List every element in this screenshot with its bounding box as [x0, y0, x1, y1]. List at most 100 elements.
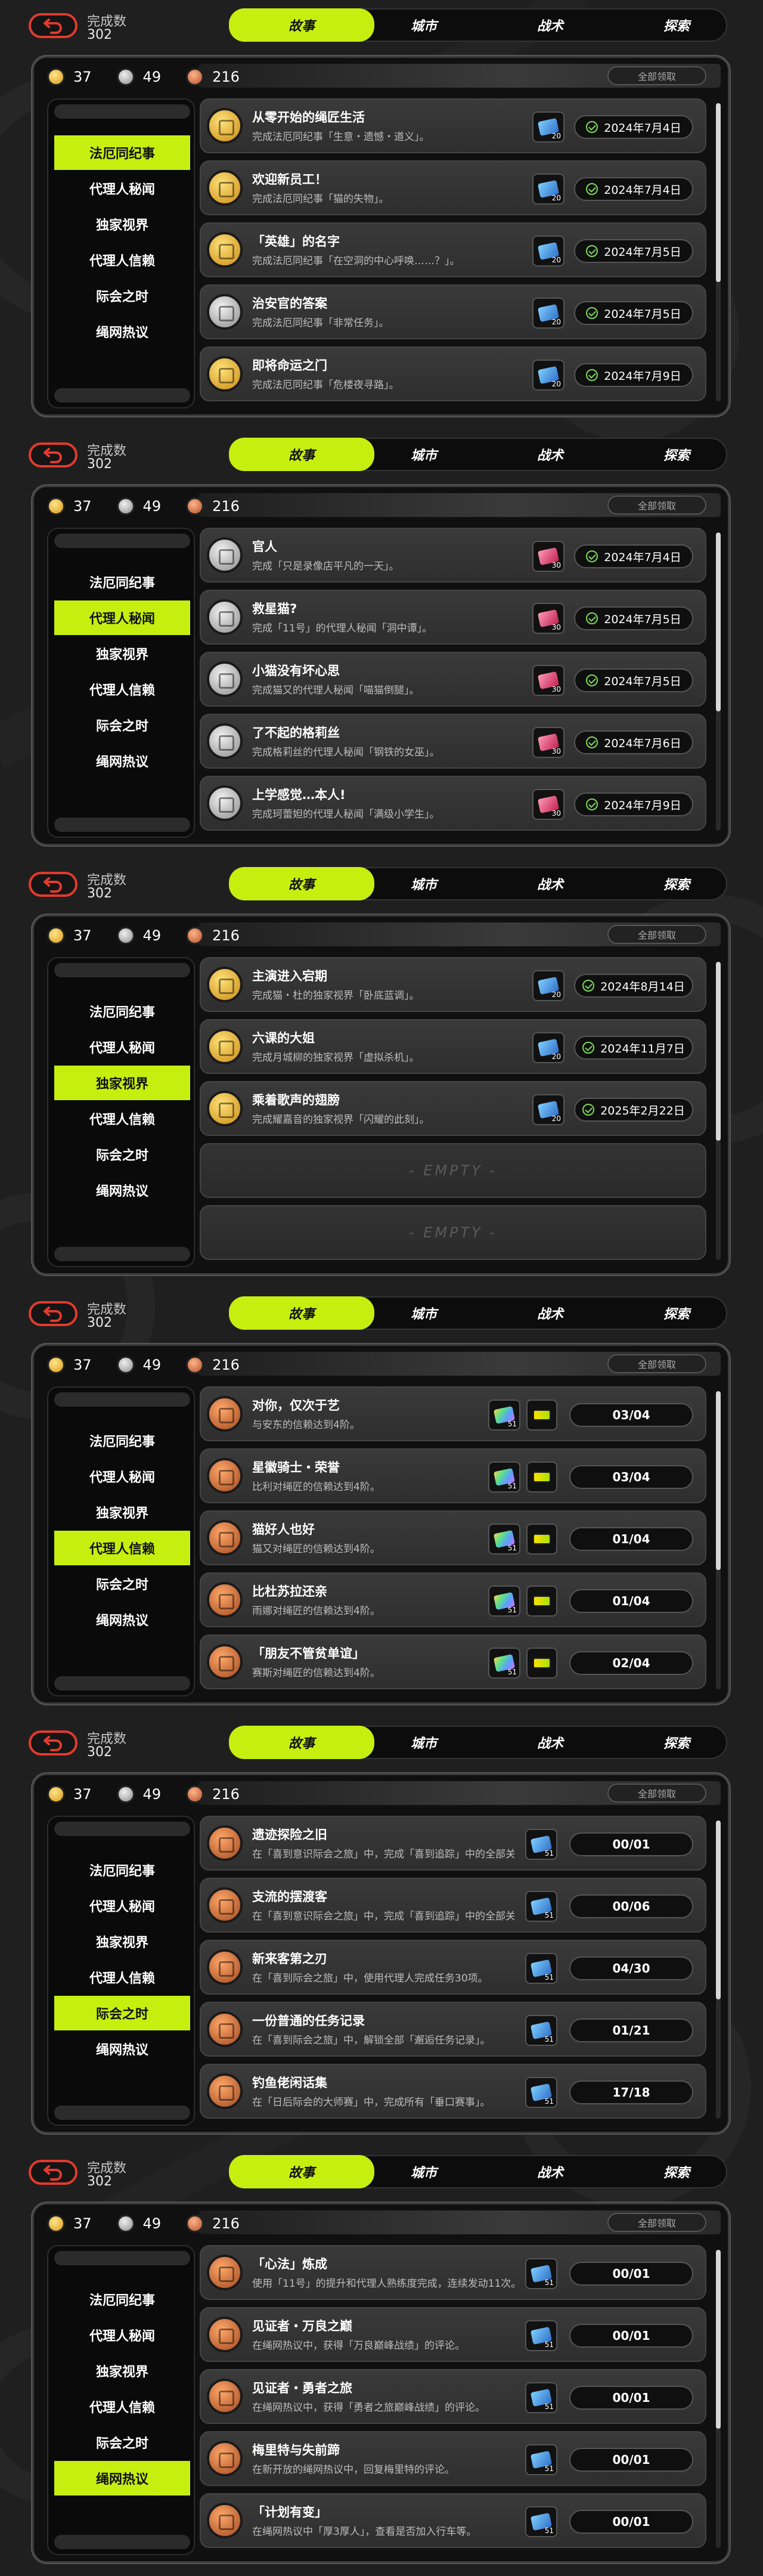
tab-explore[interactable]: 探索	[608, 868, 745, 899]
achievement-row[interactable]: 「朋友不管贫单谊」 赛斯对绳匠的信赖达到4阶。 51 02/04	[200, 1634, 706, 1689]
tab-story[interactable]: 故事	[229, 867, 374, 900]
achievement-row[interactable]: 钓鱼佬闲话集 在「日后际会的大师赛」中，完成所有「垂口赛事」。 51 17/18	[200, 2064, 706, 2119]
sidebar-scroll-up[interactable]	[54, 963, 190, 977]
scrollbar-thumb[interactable]	[716, 532, 721, 711]
achievement-row[interactable]: 乘着歌声的翅膀 完成耀嘉音的独家视界「闪耀的此刻」。 20 2025年2月22日	[200, 1081, 706, 1136]
tab-city[interactable]: 城市	[355, 10, 492, 41]
achievement-row[interactable]: 六课的大姐 完成月城柳的独家视界「虚拟杀机」。 20 2024年11月7日	[200, 1019, 706, 1074]
ticket-reward[interactable]: 20	[532, 970, 565, 1001]
sidebar-item[interactable]: 代理人秘闻	[54, 1459, 190, 1494]
ticket-reward[interactable]: 30	[532, 665, 565, 696]
sidebar-scroll-down[interactable]	[54, 818, 190, 832]
tab-story[interactable]: 故事	[229, 1296, 374, 1330]
tab-story[interactable]: 故事	[229, 8, 374, 42]
ticket-reward[interactable]: 30	[532, 541, 565, 572]
tab-explore[interactable]: 探索	[608, 10, 745, 41]
sidebar-item[interactable]: 代理人秘闻	[54, 171, 190, 206]
achievement-row[interactable]: 即将命运之门 完成法厄同纪事「危楼夜寻路」。 20 2024年7月9日	[200, 346, 706, 401]
achievement-row[interactable]: 了不起的格莉丝 完成格莉丝的代理人秘闻「钢铁的女巫」。 30 2024年7月6日	[200, 714, 706, 769]
gem-reward[interactable]	[526, 1586, 557, 1617]
achievement-row[interactable]: 小猫没有坏心思 完成猫又的代理人秘闻「喵猫倒腿」。 30 2024年7月5日	[200, 652, 706, 707]
achievement-row[interactable]: 「英雄」的名字 完成法厄同纪事「在空洞的中心呼唤……？」。 20 2024年7月5日	[200, 222, 706, 277]
claim-all-button[interactable]: 全部领取	[607, 496, 706, 515]
sidebar-scroll-up[interactable]	[54, 104, 190, 119]
achievement-row[interactable]: 从零开始的绳匠生活 完成法厄同纪事「生意・遗憾・道义」。 20 2024年7月4日	[200, 98, 706, 153]
tab-tactics[interactable]: 战术	[482, 439, 619, 470]
gem-reward[interactable]	[526, 1462, 557, 1493]
ticket-reward[interactable]: 51	[525, 2077, 557, 2108]
ticket-reward[interactable]: 20	[532, 174, 565, 205]
sidebar-item[interactable]: 法厄同纪事	[54, 1423, 190, 1458]
achievement-row[interactable]: 救星猫? 完成「11号」的代理人秘闻「洞中谭」。 30 2024年7月5日	[200, 590, 706, 645]
ticket-reward[interactable]: 20	[532, 360, 565, 391]
tab-city[interactable]: 城市	[355, 439, 492, 470]
achievement-row[interactable]: 主演进入宕期 完成猫・杜的独家视界「卧底蓝调」。 20 2024年8月14日	[200, 957, 706, 1012]
ticket-reward[interactable]: 20	[532, 1032, 565, 1063]
sidebar-item[interactable]: 代理人秘闻	[54, 1888, 190, 1923]
tab-explore[interactable]: 探索	[608, 439, 745, 470]
sidebar-item[interactable]: 代理人秘闻	[54, 600, 190, 635]
sidebar-item[interactable]: 法厄同纪事	[54, 565, 190, 599]
sidebar-item[interactable]: 代理人信赖	[54, 672, 190, 707]
sidebar-item[interactable]: 独家视界	[54, 1924, 190, 1959]
achievement-row[interactable]: 官人 完成「只是录像店平凡的一天」。 30 2024年7月4日	[200, 528, 706, 583]
tab-explore[interactable]: 探索	[608, 2156, 745, 2187]
back-button[interactable]	[29, 2160, 77, 2185]
sidebar-item[interactable]: 法厄同纪事	[54, 994, 190, 1029]
achievement-row[interactable]: 新来客第之刃 在「喜到际会之旅」中，使用代理人完成任务30项。 51 04/30	[200, 1940, 706, 1995]
sidebar-item[interactable]: 绳网热议	[54, 2032, 190, 2066]
sidebar-scroll-down[interactable]	[54, 2106, 190, 2120]
ticket-reward[interactable]: 51	[488, 1648, 520, 1679]
tab-city[interactable]: 城市	[355, 1727, 492, 1758]
ticket-reward[interactable]: 20	[532, 236, 565, 267]
sidebar-item[interactable]: 际会之时	[54, 1137, 190, 1172]
ticket-reward[interactable]: 51	[525, 2506, 557, 2537]
achievement-row[interactable]: 梅里特与失前蹄 在新开放的绳网热议中，回复梅里特的评论。 51 00/01	[200, 2431, 706, 2486]
sidebar-scroll-up[interactable]	[54, 2251, 190, 2265]
sidebar-item[interactable]: 法厄同纪事	[54, 135, 190, 170]
sidebar-item[interactable]: 法厄同纪事	[54, 2282, 190, 2317]
gem-reward[interactable]	[526, 1400, 557, 1431]
scrollbar-thumb[interactable]	[716, 962, 721, 1141]
sidebar-item[interactable]: 际会之时	[54, 708, 190, 742]
sidebar-scroll-up[interactable]	[54, 534, 190, 548]
ticket-reward[interactable]: 20	[532, 112, 565, 143]
sidebar-item[interactable]: 独家视界	[54, 636, 190, 671]
tab-tactics[interactable]: 战术	[482, 1727, 619, 1758]
list-scrollbar[interactable]	[716, 1391, 721, 1689]
tab-explore[interactable]: 探索	[608, 1727, 745, 1758]
sidebar-item[interactable]: 际会之时	[54, 1996, 190, 2030]
back-button[interactable]	[29, 872, 77, 897]
claim-all-button[interactable]: 全部领取	[607, 1354, 706, 1373]
tab-story[interactable]: 故事	[229, 438, 374, 471]
back-button[interactable]	[29, 1730, 77, 1755]
achievement-row[interactable]: 治安官的答案 完成法厄同纪事「非常任务」。 20 2024年7月5日	[200, 284, 706, 339]
claim-all-button[interactable]: 全部领取	[607, 1784, 706, 1803]
ticket-reward[interactable]: 51	[488, 1462, 520, 1493]
sidebar-item[interactable]: 绳网热议	[54, 1602, 190, 1637]
sidebar-item[interactable]: 代理人信赖	[54, 1960, 190, 1995]
sidebar-scroll-down[interactable]	[54, 1676, 190, 1690]
sidebar-scroll-up[interactable]	[54, 1392, 190, 1407]
achievement-row[interactable]: 对你，仅次于艺 与安东的信赖达到4阶。 51 03/04	[200, 1386, 706, 1441]
ticket-reward[interactable]: 51	[525, 2258, 557, 2289]
list-scrollbar[interactable]	[716, 1820, 721, 2119]
sidebar-item[interactable]: 独家视界	[54, 1066, 190, 1100]
gem-reward[interactable]	[526, 1524, 557, 1555]
sidebar-item[interactable]: 代理人秘闻	[54, 2318, 190, 2352]
list-scrollbar[interactable]	[716, 532, 721, 831]
tab-tactics[interactable]: 战术	[482, 2156, 619, 2187]
tab-city[interactable]: 城市	[355, 868, 492, 899]
ticket-reward[interactable]: 51	[488, 1400, 520, 1431]
list-scrollbar[interactable]	[716, 962, 721, 1260]
achievement-row[interactable]: 见证者・勇者之旅 在绳网热议中，获得「勇者之旅巅峰战绩」的评论。 51 00/01	[200, 2369, 706, 2424]
sidebar-item[interactable]: 独家视界	[54, 207, 190, 242]
sidebar-item[interactable]: 代理人信赖	[54, 1531, 190, 1565]
list-scrollbar[interactable]	[716, 2250, 721, 2548]
sidebar-item[interactable]: 绳网热议	[54, 2461, 190, 2496]
achievement-row[interactable]: 支流的摆渡客 在「喜到意识际会之旅」中，完成「喜到追踪」中的全部关卡。 51 00/0…	[200, 1878, 706, 1933]
achievement-row[interactable]: 见证者・万良之巅 在绳网热议中，获得「万良巅峰战绩」的评论。 51 00/01	[200, 2307, 706, 2362]
back-button[interactable]	[29, 1301, 77, 1326]
ticket-reward[interactable]: 51	[488, 1586, 520, 1617]
sidebar-item[interactable]: 法厄同纪事	[54, 1853, 190, 1887]
